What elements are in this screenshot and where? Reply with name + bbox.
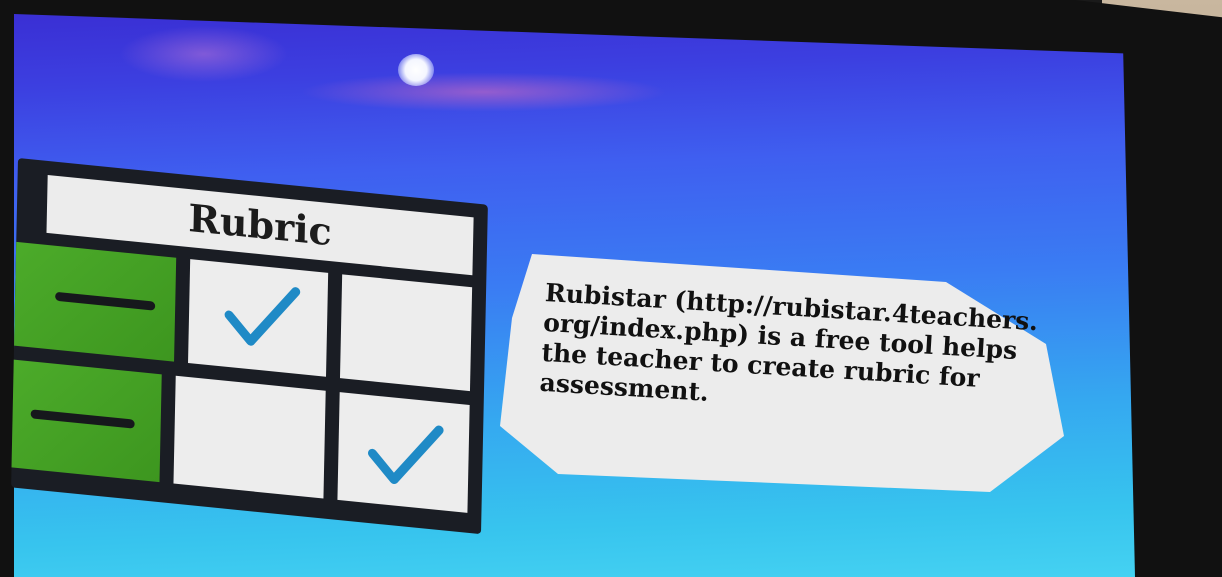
rubric-cell	[173, 375, 326, 499]
photo: Rubric Rubistar (http://rubistar.4teache…	[0, 0, 1222, 577]
rubric-cell	[339, 274, 473, 392]
light-reflection	[398, 54, 434, 86]
check-icon	[367, 425, 444, 485]
rubric-graphic: Rubric	[11, 158, 488, 542]
callout-box: Rubistar (http://rubistar.4teachers. org…	[498, 248, 1070, 496]
check-icon	[224, 287, 301, 346]
